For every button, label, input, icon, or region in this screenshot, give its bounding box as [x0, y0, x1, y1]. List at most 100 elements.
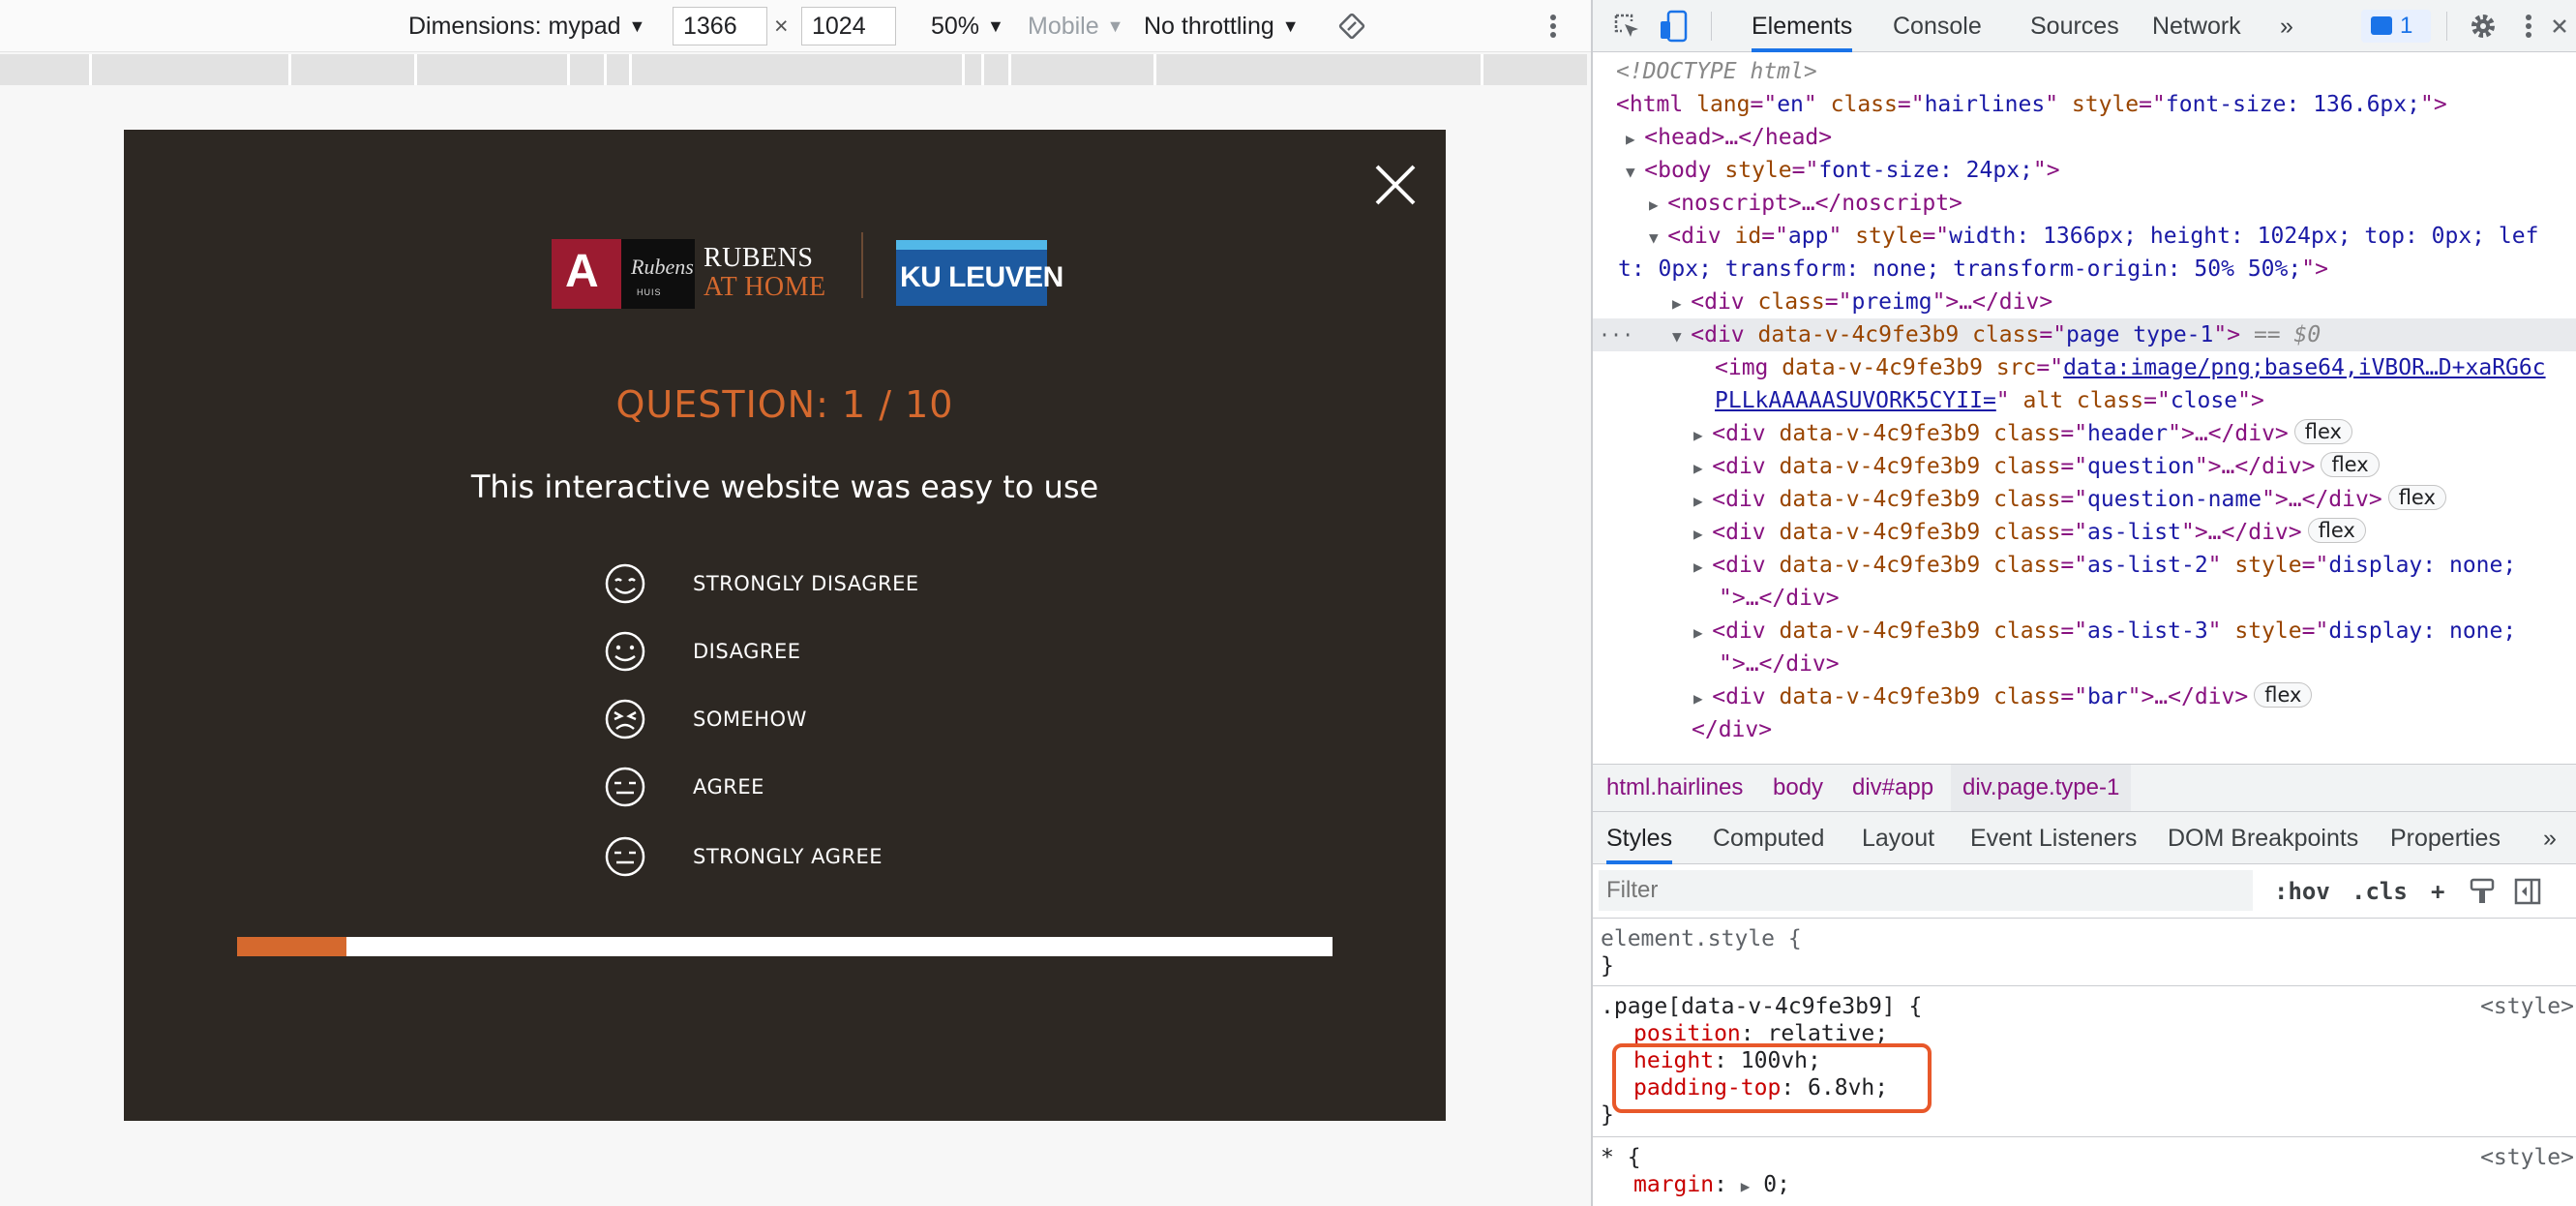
dom-app-cont[interactable]: t: 0px; transform: none; transform-origi…	[1593, 253, 2576, 286]
device-viewport-pane: Dimensions: mypad ▼ × 50% ▼ Mobile ▼ No thr…	[0, 0, 1591, 1206]
tab-dom-breakpoints[interactable]: DOM Breakpoints	[2168, 812, 2358, 864]
dom-child-as-list-2-cont[interactable]: ">…</div>	[1593, 582, 2576, 615]
cls-toggle[interactable]: .cls	[2351, 864, 2408, 919]
height-input[interactable]	[801, 7, 896, 45]
antwerp-logo: A	[552, 239, 621, 309]
dom-img-close-cont[interactable]: PLLkAAAAASUVORK5CYII=" alt class="close"…	[1593, 384, 2576, 417]
rule-brace-2: }	[1601, 1102, 1614, 1128]
rule-universal-selector[interactable]: * {<style>	[1601, 1144, 2574, 1171]
styles-filter-bar: :hov .cls +	[1593, 864, 2576, 919]
media-query-ruler[interactable]	[0, 54, 1587, 85]
new-rule-button[interactable]: +	[2431, 864, 2444, 919]
frown-face-icon	[605, 699, 645, 739]
rule-page-selector[interactable]: .page[data-v-4c9fe3b9] {<style>	[1601, 993, 2574, 1020]
rubenshuis-logo: Rubens HUIS	[621, 239, 695, 309]
dimensions-dropdown[interactable]: Dimensions: mypad ▼	[408, 0, 645, 52]
dom-child-bar[interactable]: ▶ <div data-v-4c9fe3b9 class="bar">…</di…	[1593, 680, 2576, 713]
tab-network[interactable]: Network	[2152, 0, 2241, 52]
close-devtools-icon[interactable]	[2550, 12, 2569, 41]
close-icon[interactable]	[1373, 163, 1418, 207]
more-style-tabs-icon[interactable]: »	[2543, 812, 2557, 864]
rule-element-style[interactable]: element.style {	[1601, 925, 1802, 952]
device-toggle-icon[interactable]	[1659, 10, 1688, 43]
tab-properties[interactable]: Properties	[2390, 812, 2501, 864]
dom-noscript[interactable]: ▶ <noscript>…</noscript>	[1593, 187, 2576, 220]
paint-brush-icon[interactable]	[2470, 878, 2495, 905]
dom-child-question[interactable]: ▶ <div data-v-4c9fe3b9 class="question">…	[1593, 450, 2576, 483]
throttling-label: No throttling	[1144, 13, 1274, 40]
dom-child-header[interactable]: ▶ <div data-v-4c9fe3b9 class="header">…<…	[1593, 417, 2576, 450]
crumb-page[interactable]: div.page.type-1	[1951, 765, 2132, 811]
survey-page: A Rubens HUIS RUBENS AT HOME KU LEUVEN Q…	[124, 130, 1446, 1121]
dom-page-selected[interactable]: ··· ▼ <div data-v-4c9fe3b9 class="page ty…	[1593, 318, 2576, 351]
dom-tree[interactable]: <!DOCTYPE html> <html lang="en" class="h…	[1593, 53, 2576, 764]
rule-source-link[interactable]: <style>	[2480, 993, 2574, 1020]
answer-option-label: STRONGLY DISAGREE	[693, 572, 919, 595]
issues-badge[interactable]: 1	[2361, 10, 2431, 43]
hov-toggle[interactable]: :hov	[2274, 864, 2330, 919]
device-toolbar: Dimensions: mypad ▼ × 50% ▼ Mobile ▼ No thr…	[0, 0, 1591, 52]
width-input[interactable]	[673, 7, 767, 45]
styles-filter-input[interactable]	[1599, 870, 2253, 911]
dom-img-close[interactable]: <img data-v-4c9fe3b9 src="data:image/png…	[1593, 351, 2576, 384]
smile-face-icon	[605, 631, 645, 672]
tab-elements[interactable]: Elements	[1752, 0, 1853, 52]
tab-computed[interactable]: Computed	[1713, 812, 1824, 864]
answer-option[interactable]: DISAGREE	[604, 628, 1088, 675]
answer-option[interactable]: SOMEHOW	[604, 696, 1088, 742]
mobile-dropdown[interactable]: Mobile ▼	[1028, 0, 1123, 52]
answer-option[interactable]: AGREE	[604, 764, 1088, 810]
devtools-toolbar: Elements Console Sources Network » 1	[1593, 0, 2576, 52]
dom-doctype[interactable]: <!DOCTYPE html>	[1593, 55, 2576, 88]
answer-option[interactable]: STRONGLY AGREE	[604, 833, 1088, 880]
answer-option-label: DISAGREE	[693, 640, 801, 663]
throttling-dropdown[interactable]: No throttling ▼	[1144, 0, 1300, 52]
dom-html[interactable]: <html lang="en" class="hairlines" style=…	[1593, 88, 2576, 121]
times-sign: ×	[774, 13, 789, 40]
dom-body[interactable]: ▼ <body style="font-size: 24px;">	[1593, 154, 2576, 187]
rule-source-link-2[interactable]: <style>	[2480, 1144, 2574, 1171]
dom-preimg[interactable]: ▶ <div class="preimg">…</div>	[1593, 286, 2576, 318]
style-rules: element.style { } .page[data-v-4c9fe3b9]…	[1593, 920, 2576, 1206]
styles-tabs: Styles Computed Layout Event Listeners D…	[1593, 812, 2576, 864]
huis-label: HUIS	[637, 287, 662, 297]
dom-child-as-list-2[interactable]: ▶ <div data-v-4c9fe3b9 class="as-list-2"…	[1593, 549, 2576, 582]
inspect-element-icon[interactable]	[1612, 12, 1641, 41]
rule-margin[interactable]: margin: ▶ 0;	[1601, 1171, 1790, 1200]
answer-option-label: AGREE	[693, 775, 764, 799]
tab-sources[interactable]: Sources	[2030, 0, 2119, 52]
dom-head[interactable]: ▶ <head>…</head>	[1593, 121, 2576, 154]
tab-styles[interactable]: Styles	[1606, 812, 1673, 864]
tab-event-listeners[interactable]: Event Listeners	[1970, 812, 2137, 864]
header-logos: A Rubens HUIS RUBENS AT HOME KU LEUVEN	[552, 230, 1063, 312]
question-number: QUESTION: 1 / 10	[615, 383, 954, 426]
gear-icon[interactable]	[2468, 11, 2499, 42]
sidebar-toggle-icon[interactable]	[2514, 878, 2541, 905]
answer-option[interactable]: STRONGLY DISAGREE	[604, 560, 1088, 607]
screen: Dimensions: mypad ▼ × 50% ▼ Mobile ▼ No thr…	[0, 0, 2576, 1206]
more-options-icon[interactable]	[1543, 12, 1563, 41]
neutral-face-icon	[605, 767, 645, 807]
crumb-body[interactable]: body	[1773, 765, 1823, 811]
neutral-face-icon	[605, 836, 645, 877]
dom-child-as-list-3-cont[interactable]: ">…</div>	[1593, 648, 2576, 680]
dom-child-as-list[interactable]: ▶ <div data-v-4c9fe3b9 class="as-list">……	[1593, 516, 2576, 549]
devtools-panel: Elements Console Sources Network » 1 <!D…	[1591, 0, 2576, 1206]
devtools-menu-icon[interactable]	[2519, 12, 2538, 41]
crumb-app[interactable]: div#app	[1852, 765, 1933, 811]
dom-app[interactable]: ▼ <div id="app" style="width: 1366px; he…	[1593, 220, 2576, 253]
rotate-icon[interactable]	[1337, 12, 1366, 41]
brand-top: RUBENS	[704, 243, 814, 273]
dom-child-question-name[interactable]: ▶ <div data-v-4c9fe3b9 class="question-n…	[1593, 483, 2576, 516]
dom-child-as-list-3[interactable]: ▶ <div data-v-4c9fe3b9 class="as-list-3"…	[1593, 615, 2576, 648]
tab-console[interactable]: Console	[1893, 0, 1982, 52]
more-tabs-icon[interactable]: »	[2280, 0, 2293, 52]
dimensions-label: Dimensions: mypad	[408, 13, 621, 40]
zoom-dropdown[interactable]: 50% ▼	[931, 0, 1004, 52]
crumb-html[interactable]: html.hairlines	[1606, 765, 1743, 811]
ku-leuven-label: KU LEUVEN	[900, 261, 1063, 293]
tab-layout[interactable]: Layout	[1862, 812, 1934, 864]
dom-close-div[interactable]: </div>	[1593, 713, 2576, 746]
caret-down-icon: ▼	[987, 16, 1004, 36]
antwerp-logo-letter: A	[565, 246, 599, 297]
